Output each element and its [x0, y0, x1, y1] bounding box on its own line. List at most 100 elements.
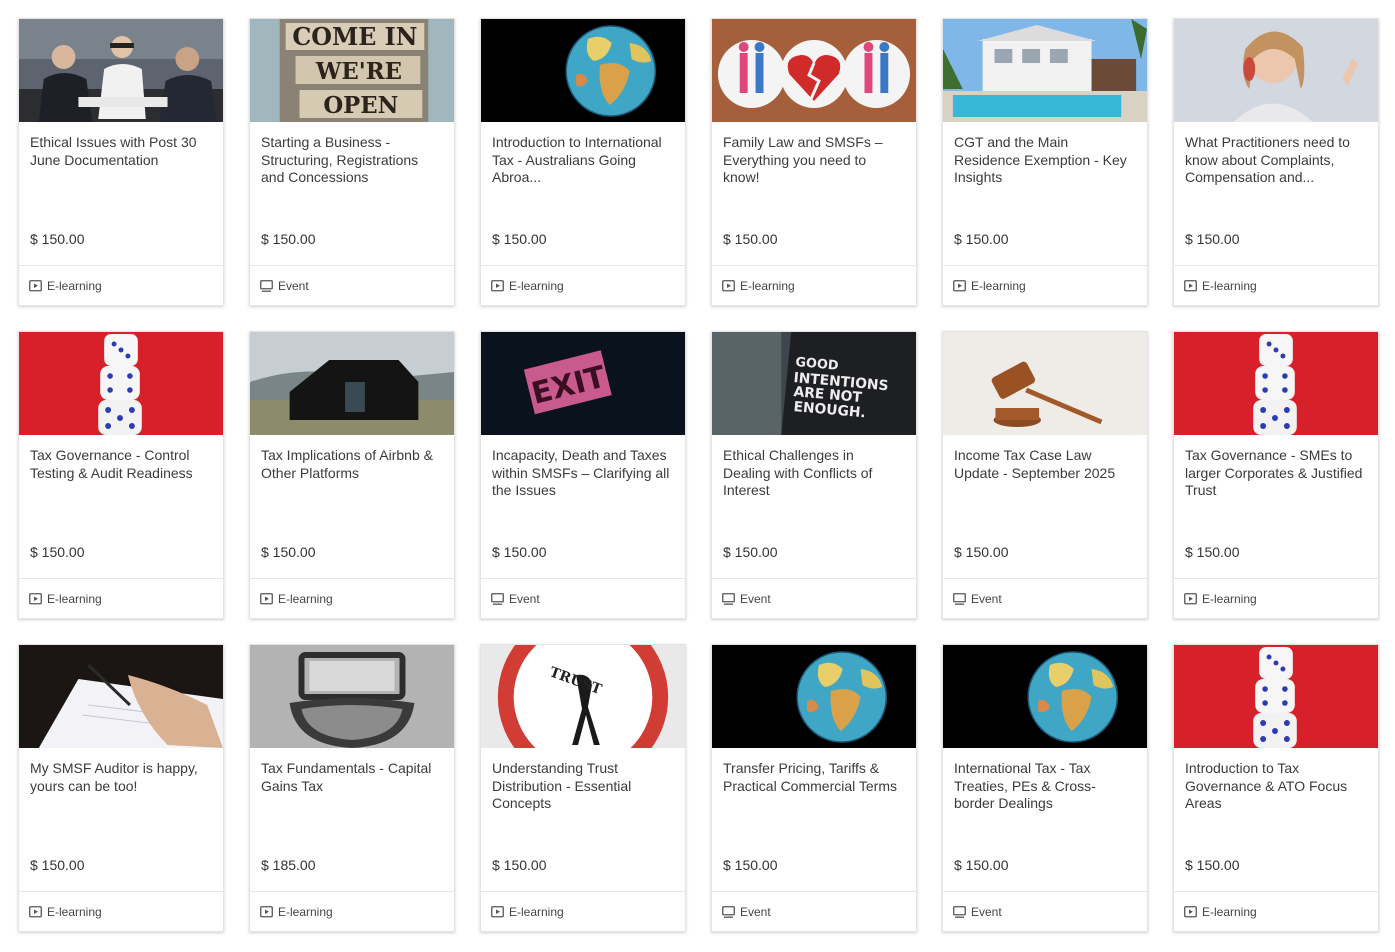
course-card-body: Introduction to International Tax - Aust… [481, 122, 685, 265]
course-type: E-learning [943, 265, 1147, 305]
course-card[interactable]: Tax Fundamentals - Capital Gains Tax $ 1… [249, 644, 455, 932]
course-card[interactable]: TRUST Understanding Trust Distribution -… [480, 644, 686, 932]
course-thumbnail[interactable] [943, 645, 1147, 748]
course-card[interactable]: Introduction to Tax Governance & ATO Foc… [1173, 644, 1379, 932]
course-title[interactable]: Incapacity, Death and Taxes within SMSFs… [492, 447, 674, 500]
course-type-label: E-learning [509, 278, 564, 293]
course-title[interactable]: Transfer Pricing, Tariffs & Practical Co… [723, 760, 905, 795]
monitor-icon [953, 592, 966, 605]
course-type: Event [712, 578, 916, 618]
course-thumbnail[interactable] [943, 332, 1147, 435]
course-type: E-learning [250, 578, 454, 618]
course-title[interactable]: Family Law and SMSFs – Everything you ne… [723, 134, 905, 187]
course-type-label: Event [278, 278, 309, 293]
course-thumbnail[interactable]: TRUST [481, 645, 685, 748]
monitor-icon [491, 592, 504, 605]
course-title[interactable]: International Tax - Tax Treaties, PEs & … [954, 760, 1136, 813]
course-title[interactable]: Introduction to International Tax - Aust… [492, 134, 674, 187]
course-card-body: Incapacity, Death and Taxes within SMSFs… [481, 435, 685, 578]
course-card[interactable]: Tax Implications of Airbnb & Other Platf… [249, 331, 455, 619]
course-thumbnail[interactable] [1174, 332, 1378, 435]
course-title[interactable]: Ethical Issues with Post 30 June Documen… [30, 134, 212, 169]
course-thumbnail[interactable] [712, 19, 916, 122]
course-card[interactable]: CGT and the Main Residence Exemption - K… [942, 18, 1148, 306]
course-card-body: Tax Fundamentals - Capital Gains Tax $ 1… [250, 748, 454, 891]
course-thumbnail[interactable] [1174, 19, 1378, 122]
monitor-icon [722, 905, 735, 918]
course-title[interactable]: Tax Implications of Airbnb & Other Platf… [261, 447, 443, 482]
course-card[interactable]: International Tax - Tax Treaties, PEs & … [942, 644, 1148, 932]
course-thumbnail[interactable]: EXIT [481, 332, 685, 435]
course-type-label: E-learning [1202, 278, 1257, 293]
play-screen-icon [1184, 279, 1197, 292]
course-type-label: E-learning [278, 904, 333, 919]
course-card[interactable]: GOOD INTENTIONS ARE NOT ENOUGH. Ethical … [711, 331, 917, 619]
course-price: $ 150.00 [954, 231, 1009, 247]
course-type-label: E-learning [509, 904, 564, 919]
course-price: $ 150.00 [261, 544, 316, 560]
course-price: $ 150.00 [492, 857, 547, 873]
play-screen-icon [260, 905, 273, 918]
course-thumbnail[interactable] [19, 645, 223, 748]
course-type-label: Event [740, 591, 771, 606]
course-type: Event [250, 265, 454, 305]
course-thumbnail[interactable]: GOOD INTENTIONS ARE NOT ENOUGH. [712, 332, 916, 435]
play-screen-icon [1184, 592, 1197, 605]
course-thumbnail[interactable] [19, 332, 223, 435]
course-card[interactable]: Tax Governance - SMEs to larger Corporat… [1173, 331, 1379, 619]
course-thumbnail[interactable] [1174, 645, 1378, 748]
course-thumbnail[interactable] [943, 19, 1147, 122]
course-thumbnail[interactable] [250, 332, 454, 435]
course-type-label: E-learning [47, 591, 102, 606]
play-screen-icon [29, 592, 42, 605]
course-title[interactable]: What Practitioners need to know about Co… [1185, 134, 1367, 187]
course-card[interactable]: Ethical Issues with Post 30 June Documen… [18, 18, 224, 306]
course-title[interactable]: Starting a Business - Structuring, Regis… [261, 134, 443, 187]
course-price: $ 185.00 [261, 857, 316, 873]
course-card[interactable]: Tax Governance - Control Testing & Audit… [18, 331, 224, 619]
course-title[interactable]: Introduction to Tax Governance & ATO Foc… [1185, 760, 1367, 813]
course-type: E-learning [1174, 578, 1378, 618]
svg-text:WE'RE: WE'RE [315, 59, 402, 85]
course-type: Event [712, 891, 916, 931]
course-type-label: Event [971, 904, 1002, 919]
course-card[interactable]: My SMSF Auditor is happy, yours can be t… [18, 644, 224, 932]
course-card[interactable]: Income Tax Case Law Update - September 2… [942, 331, 1148, 619]
course-card-body: Understanding Trust Distribution - Essen… [481, 748, 685, 891]
course-title[interactable]: My SMSF Auditor is happy, yours can be t… [30, 760, 212, 795]
play-screen-icon [491, 905, 504, 918]
course-type-label: E-learning [740, 278, 795, 293]
course-card[interactable]: Family Law and SMSFs – Everything you ne… [711, 18, 917, 306]
course-thumbnail[interactable] [481, 19, 685, 122]
course-title[interactable]: Tax Fundamentals - Capital Gains Tax [261, 760, 443, 795]
course-price: $ 150.00 [954, 544, 1009, 560]
course-title[interactable]: Ethical Challenges in Dealing with Confl… [723, 447, 905, 500]
course-card[interactable]: Introduction to International Tax - Aust… [480, 18, 686, 306]
monitor-icon [722, 592, 735, 605]
course-title[interactable]: Understanding Trust Distribution - Essen… [492, 760, 674, 813]
course-type-label: E-learning [971, 278, 1026, 293]
course-type-label: E-learning [1202, 904, 1257, 919]
course-type-label: E-learning [1202, 591, 1257, 606]
course-thumbnail[interactable] [712, 645, 916, 748]
course-type: E-learning [19, 891, 223, 931]
play-screen-icon [491, 279, 504, 292]
course-thumbnail[interactable] [250, 645, 454, 748]
svg-text:OPEN: OPEN [323, 93, 398, 119]
course-thumbnail[interactable]: COME IN WE'RE OPEN [250, 19, 454, 122]
course-thumbnail[interactable] [19, 19, 223, 122]
course-card-body: Family Law and SMSFs – Everything you ne… [712, 122, 916, 265]
course-card[interactable]: What Practitioners need to know about Co… [1173, 18, 1379, 306]
course-title[interactable]: Income Tax Case Law Update - September 2… [954, 447, 1136, 482]
course-title[interactable]: Tax Governance - Control Testing & Audit… [30, 447, 212, 482]
course-price: $ 150.00 [1185, 544, 1240, 560]
course-price: $ 150.00 [954, 857, 1009, 873]
course-card[interactable]: COME IN WE'RE OPEN Starting a Business -… [249, 18, 455, 306]
course-title[interactable]: Tax Governance - SMEs to larger Corporat… [1185, 447, 1367, 500]
course-title[interactable]: CGT and the Main Residence Exemption - K… [954, 134, 1136, 187]
course-type: Event [481, 578, 685, 618]
course-card[interactable]: EXIT Incapacity, Death and Taxes within … [480, 331, 686, 619]
course-type: Event [943, 578, 1147, 618]
course-type: E-learning [1174, 265, 1378, 305]
course-card[interactable]: Transfer Pricing, Tariffs & Practical Co… [711, 644, 917, 932]
